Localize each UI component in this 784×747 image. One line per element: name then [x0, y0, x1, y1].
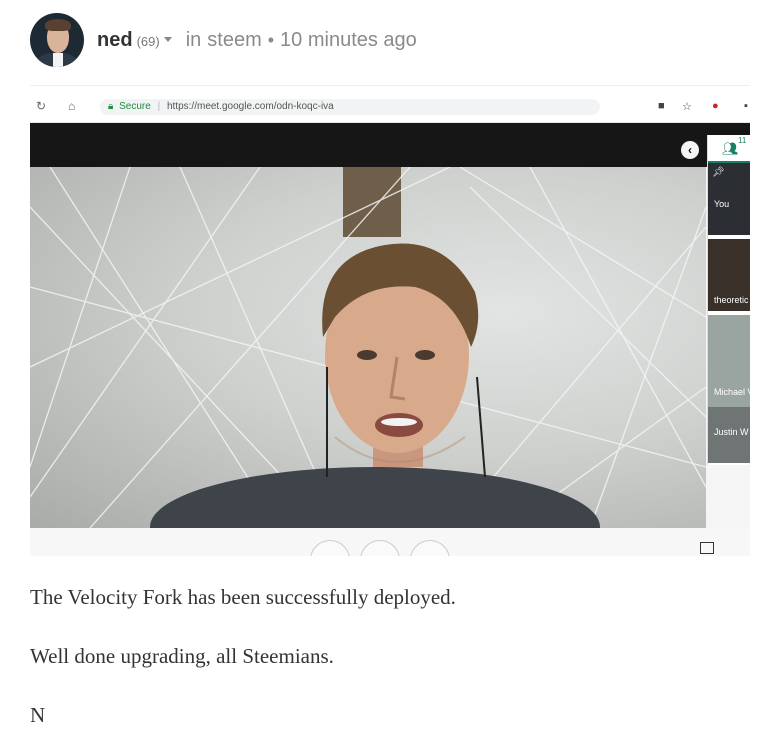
- in-label: in: [185, 28, 202, 51]
- participant-tile: Michael V: [708, 315, 750, 407]
- main-video-feed: [30, 167, 706, 528]
- participants-tab: 👥︎ 11: [708, 135, 750, 163]
- body-paragraph: Well done upgrading, all Steemians.: [30, 644, 334, 668]
- home-icon: ⌂: [68, 99, 76, 113]
- secure-lock-icon: 🔒︎: [108, 101, 114, 112]
- camera-icon: ■: [658, 100, 665, 112]
- extension-icon: ●: [712, 100, 719, 112]
- body-paragraph: The Velocity Fork has been successfully …: [30, 585, 456, 609]
- participant-name: theoretic: [714, 295, 749, 305]
- avatar[interactable]: [30, 13, 84, 67]
- secure-label: Secure: [119, 101, 151, 112]
- reload-icon: ↻: [36, 99, 47, 113]
- header-divider: [30, 85, 750, 86]
- people-icon: 👥︎: [722, 141, 739, 156]
- participant-tile: 📌︎ You: [708, 163, 750, 235]
- author-name[interactable]: ned: [97, 29, 133, 52]
- post-image-google-meet-screenshot[interactable]: ↻ ⌂ 🔒︎ Secure | https://meet.google.com/…: [30, 96, 750, 556]
- participant-count: 11: [738, 136, 747, 145]
- body-signature: N: [30, 703, 46, 727]
- post-meta: ned (69) in steem • 10 minutes ago: [97, 29, 417, 52]
- author-dropdown-caret-icon[interactable]: [163, 36, 172, 42]
- camera-button: [410, 540, 450, 556]
- present-icon: [700, 542, 714, 554]
- post-header: ned (69) in steem • 10 minutes ago: [30, 13, 417, 67]
- url-text: https://meet.google.com/odn-koqc-iva: [166, 101, 334, 112]
- chevron-left-icon: ‹: [681, 141, 699, 159]
- meet-controls: [30, 528, 750, 556]
- hangup-button: [360, 540, 400, 556]
- participant-tile: theoretic: [708, 239, 750, 311]
- post-timestamp[interactable]: 10 minutes ago: [280, 29, 417, 52]
- meta-separator: •: [267, 29, 275, 50]
- participants-panel: 👥︎ 11 📌︎ You theoretic Michael V Justin …: [707, 135, 750, 465]
- participant-name: Michael V: [714, 387, 750, 397]
- url-bar: 🔒︎ Secure | https://meet.google.com/odn-…: [100, 99, 600, 115]
- mic-button: [310, 540, 350, 556]
- participant-name: You: [714, 199, 730, 209]
- star-icon: ☆: [682, 101, 692, 113]
- browser-toolbar: ↻ ⌂ 🔒︎ Secure | https://meet.google.com/…: [30, 96, 750, 123]
- participant-name: Justin W: [714, 427, 749, 437]
- participant-tile: Justin W: [708, 407, 750, 463]
- author-reputation: (69): [136, 33, 160, 49]
- menu-icon: ▪: [744, 100, 748, 112]
- community-link[interactable]: steem: [207, 29, 261, 52]
- person-head: [322, 243, 486, 477]
- meet-top-bar: ‹: [30, 123, 750, 167]
- pin-icon: 📌︎: [712, 167, 725, 178]
